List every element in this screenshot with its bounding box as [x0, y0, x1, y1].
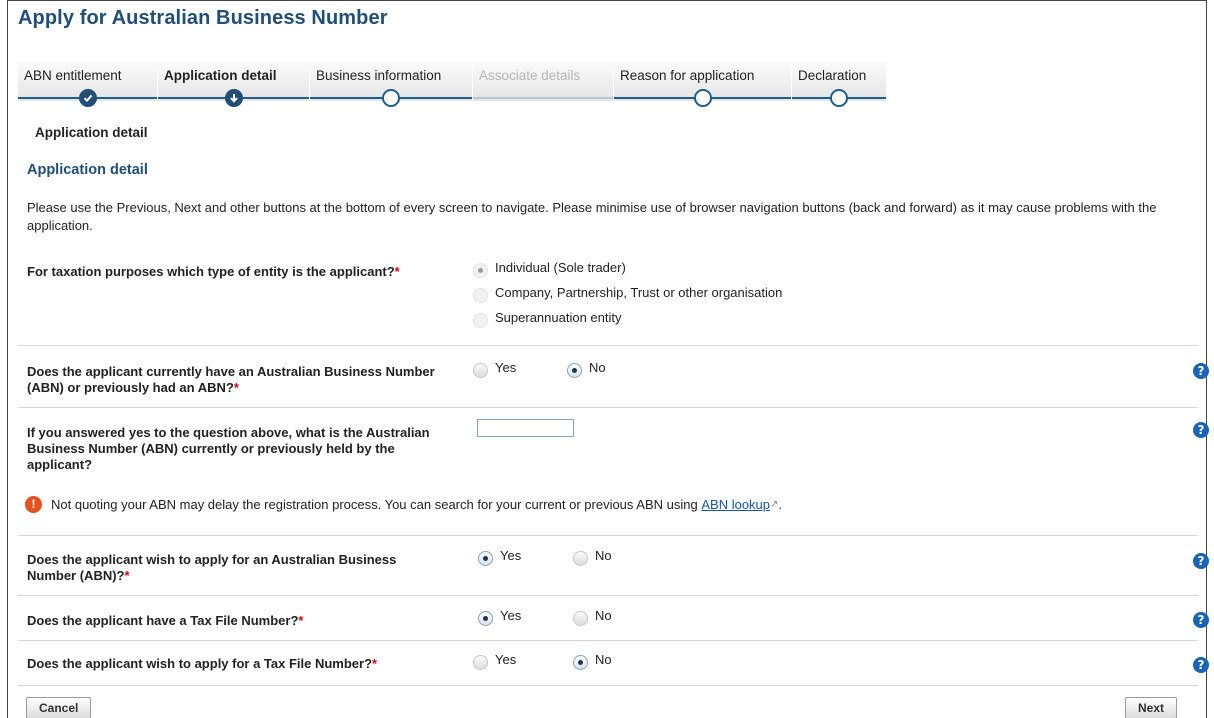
help-icon[interactable]: ? — [1193, 657, 1209, 673]
radio-superannuation[interactable] — [473, 313, 488, 328]
divider — [18, 595, 1198, 596]
step-label: Business information — [316, 68, 442, 83]
radio-has-abn-yes[interactable] — [473, 363, 488, 378]
option-has-tfn-no[interactable]: No — [573, 608, 612, 626]
radio-apply-tfn-no[interactable] — [573, 655, 588, 670]
option-label: No — [595, 652, 612, 667]
option-individual[interactable]: Individual (Sole trader) — [473, 260, 626, 278]
help-icon[interactable]: ? — [1193, 363, 1209, 379]
question-has-tfn: Does the applicant have a Tax File Numbe… — [27, 613, 303, 629]
question-label: If you answered yes to the question abov… — [27, 425, 430, 472]
external-link-icon: ↗ — [770, 499, 779, 510]
warning-text: Not quoting your ABN may delay the regis… — [51, 497, 698, 512]
divider — [18, 407, 1198, 408]
exclamation-icon: ! — [25, 496, 42, 513]
step-circle-icon — [382, 89, 400, 107]
radio-apply-abn-no[interactable] — [573, 551, 588, 566]
question-has-abn: Does the applicant currently have an Aus… — [27, 364, 472, 396]
option-apply-abn-yes[interactable]: Yes — [478, 548, 522, 566]
option-apply-abn-no[interactable]: No — [573, 548, 612, 566]
help-icon[interactable]: ? — [1193, 422, 1209, 438]
step-label: ABN entitlement — [24, 68, 122, 83]
abn-input[interactable] — [477, 419, 574, 437]
step-circle-icon — [830, 89, 848, 107]
option-label: No — [589, 360, 606, 375]
question-abn-number: If you answered yes to the question abov… — [27, 425, 452, 473]
divider — [18, 685, 1198, 686]
next-button[interactable]: Next — [1125, 697, 1178, 718]
required-marker: * — [124, 568, 130, 583]
option-company[interactable]: Company, Partnership, Trust or other org… — [473, 285, 783, 303]
breadcrumb: Application detail — [35, 125, 148, 140]
question-label: Does the applicant wish to apply for an … — [27, 552, 397, 583]
required-marker: * — [372, 656, 378, 671]
question-entity-type: For taxation purposes which type of enti… — [27, 264, 447, 280]
arrow-down-icon — [224, 89, 243, 107]
question-apply-tfn: Does the applicant wish to apply for a T… — [27, 656, 377, 672]
option-apply-tfn-yes[interactable]: Yes — [473, 652, 517, 670]
option-label: No — [595, 608, 612, 623]
step-reason-for-application[interactable]: Reason for application — [614, 62, 792, 107]
option-has-tfn-yes[interactable]: Yes — [478, 608, 522, 626]
radio-has-abn-no[interactable] — [567, 363, 582, 378]
option-apply-tfn-no[interactable]: No — [573, 652, 612, 670]
required-marker: * — [394, 264, 400, 279]
divider — [18, 640, 1198, 641]
page-title: Apply for Australian Business Number — [18, 7, 388, 29]
option-label: Yes — [495, 652, 517, 667]
intro-text: Please use the Previous, Next and other … — [27, 200, 1157, 233]
question-label: Does the applicant currently have an Aus… — [27, 364, 435, 395]
step-label: Declaration — [798, 68, 867, 83]
option-label: Company, Partnership, Trust or other org… — [495, 285, 783, 300]
radio-individual[interactable] — [473, 263, 488, 278]
radio-apply-tfn-yes[interactable] — [473, 655, 488, 670]
help-icon[interactable]: ? — [1193, 612, 1209, 628]
option-has-abn-no[interactable]: No — [567, 360, 606, 378]
required-marker: * — [298, 613, 304, 628]
divider — [18, 345, 1198, 346]
step-bar — [473, 97, 613, 99]
question-label: Does the applicant wish to apply for a T… — [27, 656, 373, 671]
option-label: Yes — [500, 548, 522, 563]
option-superannuation[interactable]: Superannuation entity — [473, 310, 622, 328]
step-label: Reason for application — [620, 68, 755, 83]
option-label: Yes — [495, 360, 517, 375]
step-business-information[interactable]: Business information — [310, 62, 473, 107]
check-icon — [78, 89, 97, 107]
section-title: Application detail — [27, 162, 148, 178]
abn-warning: ! Not quoting your ABN may delay the reg… — [25, 496, 782, 513]
radio-has-tfn-yes[interactable] — [478, 611, 493, 626]
step-circle-icon — [693, 89, 712, 107]
page-frame: Apply for Australian Business Number ABN… — [7, 0, 1209, 718]
cancel-button[interactable]: Cancel — [26, 697, 92, 718]
option-label: Individual (Sole trader) — [495, 260, 626, 275]
question-label: For taxation purposes which type of enti… — [27, 264, 395, 279]
option-label: Superannuation entity — [495, 310, 622, 325]
step-label: Associate details — [479, 68, 581, 83]
step-abn-entitlement[interactable]: ABN entitlement — [18, 62, 158, 107]
step-associate-details: Associate details — [473, 62, 614, 101]
help-icon[interactable]: ? — [1193, 553, 1209, 569]
step-label: Application detail — [164, 68, 277, 83]
abn-lookup-link[interactable]: ABN lookup — [701, 497, 770, 512]
option-has-abn-yes[interactable]: Yes — [473, 360, 517, 378]
question-label: Does the applicant have a Tax File Numbe… — [27, 613, 299, 628]
question-apply-abn: Does the applicant wish to apply for an … — [27, 552, 447, 584]
step-declaration[interactable]: Declaration — [792, 62, 887, 107]
progress-steps: ABN entitlement Application detail Busin… — [18, 62, 887, 107]
step-application-detail[interactable]: Application detail — [158, 62, 310, 107]
radio-company[interactable] — [473, 288, 488, 303]
option-label: Yes — [500, 608, 522, 623]
required-marker: * — [233, 380, 239, 395]
divider — [18, 535, 1198, 536]
warning-end: . — [778, 497, 783, 512]
radio-has-tfn-no[interactable] — [573, 611, 588, 626]
option-label: No — [595, 548, 612, 563]
radio-apply-abn-yes[interactable] — [478, 551, 493, 566]
